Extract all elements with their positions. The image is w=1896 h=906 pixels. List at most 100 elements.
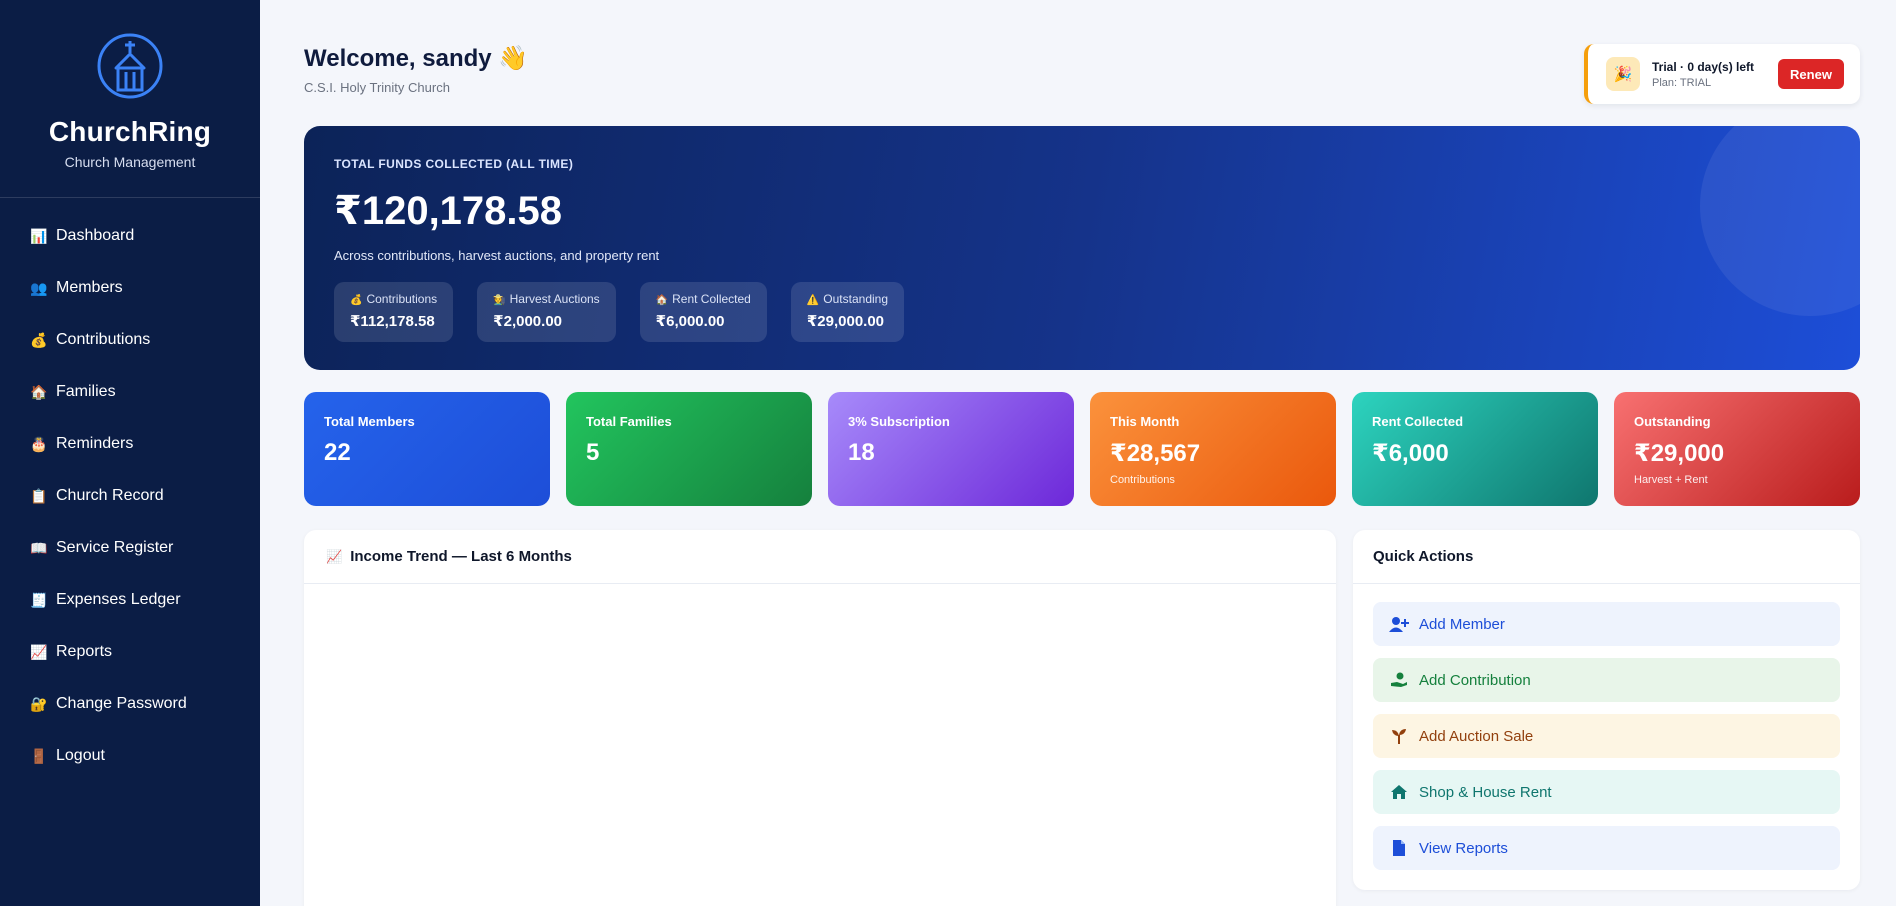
chip-outstanding: ⚠️ Outstanding ₹29,000.00 [790, 282, 905, 342]
stat-value: ₹6,000 [1372, 440, 1449, 467]
lock-icon: 🔐 [30, 695, 48, 712]
chart-line-icon: 📈 [30, 643, 48, 660]
sidebar-item-label: Reminders [56, 435, 134, 452]
income-trend-title: Income Trend — Last 6 Months [350, 548, 572, 565]
chip-rent-collected: 🏠 Rent Collected ₹6,000.00 [639, 282, 767, 342]
sidebar-item-members[interactable]: 👥 Members [0, 262, 260, 314]
sidebar-item-label: Logout [56, 747, 105, 764]
add-auction-sale-button[interactable]: Add Auction Sale [1373, 714, 1840, 758]
sidebar-item-dashboard[interactable]: 📊 Dashboard [0, 210, 260, 262]
stat-total-families: Total Families 5 [566, 392, 812, 506]
stat-rent-collected: Rent Collected ₹6,000 [1352, 392, 1598, 506]
sidebar-item-expenses-ledger[interactable]: 🧾 Expenses Ledger [0, 574, 260, 626]
brand: ChurchRing Church Management [0, 0, 260, 198]
total-funds-amount: ₹120,178.58 [334, 189, 563, 233]
sidebar: ChurchRing Church Management 📊 Dashboard… [0, 0, 260, 906]
stat-value: ₹29,000 [1634, 440, 1725, 467]
stat-label: Total Families [586, 414, 672, 429]
fund-breakdown: 💰 Contributions ₹112,178.58 🧑‍🌾 Harvest Au… [334, 282, 905, 342]
house-icon: 🏠 [30, 383, 48, 400]
chip-contributions: 💰 Contributions ₹112,178.58 [334, 282, 454, 342]
trial-plan: Plan: TRIAL [1652, 76, 1712, 89]
stat-note: Contributions [1110, 474, 1175, 486]
quick-action-label: Add Contribution [1419, 671, 1531, 689]
sidebar-item-change-password[interactable]: 🔐 Change Password [0, 678, 260, 730]
sidebar-item-label: Reports [56, 643, 113, 660]
money-bag-icon: 💰 [30, 331, 48, 348]
income-trend-card: 📈 Income Trend — Last 6 Months [304, 530, 1336, 906]
quick-action-label: Add Auction Sale [1419, 727, 1534, 745]
stat-label: 3% Subscription [848, 414, 950, 429]
stat-note: Harvest + Rent [1634, 474, 1708, 486]
stat-outstanding: Outstanding ₹29,000 Harvest + Rent [1614, 392, 1860, 506]
warning-icon: ⚠️ [806, 295, 820, 306]
chip-value: ₹29,000.00 [806, 313, 885, 330]
cake-icon: 🎂 [30, 435, 48, 452]
decorative-circle [1700, 126, 1860, 316]
sidebar-item-label: Contributions [56, 331, 151, 348]
chart-line-icon: 📈 [326, 548, 343, 564]
total-funds-card: TOTAL FUNDS COLLECTED (ALL TIME) ₹120,17… [304, 126, 1860, 370]
stat-value: 18 [848, 439, 875, 466]
add-member-button[interactable]: Add Member [1373, 602, 1840, 646]
stat-cards: Total Members 22 Total Families 5 3% Sub… [304, 392, 1860, 506]
chip-label: Contributions [366, 292, 438, 306]
hand-coin-icon [1389, 671, 1409, 689]
sidebar-nav: 📊 Dashboard 👥 Members 💰 Contributions 🏠 … [0, 198, 260, 782]
add-contribution-button[interactable]: Add Contribution [1373, 658, 1840, 702]
trial-banner: 🎉 Trial · 0 day(s) left Plan: TRIAL Rene… [1584, 44, 1860, 104]
main-content: Welcome, sandy 👋 C.S.I. Holy Trinity Chu… [260, 0, 1896, 906]
user-plus-icon [1389, 615, 1409, 633]
shop-house-rent-button[interactable]: Shop & House Rent [1373, 770, 1840, 814]
quick-action-label: Add Member [1419, 615, 1505, 633]
income-trend-chart-area [304, 584, 1336, 906]
stat-label: This Month [1110, 414, 1180, 429]
bar-chart-icon: 📊 [30, 227, 48, 244]
sidebar-item-label: Dashboard [56, 227, 135, 244]
stat-total-members: Total Members 22 [304, 392, 550, 506]
sidebar-item-families[interactable]: 🏠 Families [0, 366, 260, 418]
sidebar-item-logout[interactable]: 🚪 Logout [0, 730, 260, 782]
file-icon [1389, 839, 1409, 857]
sidebar-item-reports[interactable]: 📈 Reports [0, 626, 260, 678]
sidebar-item-church-record[interactable]: 📋 Church Record [0, 470, 260, 522]
stat-label: Outstanding [1634, 414, 1711, 429]
sidebar-item-reminders[interactable]: 🎂 Reminders [0, 418, 260, 470]
brand-subtitle: Church Management [64, 154, 196, 170]
sidebar-item-contributions[interactable]: 💰 Contributions [0, 314, 260, 366]
people-icon: 👥 [30, 279, 48, 296]
sidebar-item-label: Service Register [56, 539, 174, 556]
house-icon: 🏠 [655, 295, 669, 306]
home-icon [1389, 783, 1409, 801]
trial-title: Trial · 0 day(s) left [1652, 59, 1755, 74]
sprout-icon [1389, 727, 1409, 745]
quick-actions-list: Add Member Add Contribution Add Auction … [1353, 584, 1860, 870]
sidebar-item-service-register[interactable]: 📖 Service Register [0, 522, 260, 574]
chip-value: ₹2,000.00 [493, 313, 562, 330]
sidebar-item-label: Church Record [56, 487, 164, 504]
renew-button[interactable]: Renew [1778, 59, 1844, 89]
chip-harvest-auctions: 🧑‍🌾 Harvest Auctions ₹2,000.00 [477, 282, 616, 342]
chip-label: Harvest Auctions [509, 292, 600, 306]
stat-value: 5 [586, 439, 600, 466]
trial-text: Trial · 0 day(s) left Plan: TRIAL [1652, 60, 1782, 89]
view-reports-button[interactable]: View Reports [1373, 826, 1840, 870]
money-bag-icon: 💰 [350, 295, 363, 306]
chip-label: Rent Collected [672, 292, 751, 306]
stat-this-month: This Month ₹28,567 Contributions [1090, 392, 1336, 506]
stat-label: Rent Collected [1372, 414, 1464, 429]
book-icon: 📖 [30, 539, 48, 556]
farmer-icon: 🧑‍🌾 [493, 295, 506, 306]
church-icon [97, 33, 163, 99]
sidebar-item-label: Expenses Ledger [56, 591, 181, 608]
document-icon: 📋 [30, 487, 48, 504]
stat-label: Total Members [324, 414, 415, 429]
chip-value: ₹112,178.58 [350, 313, 435, 330]
quick-action-label: Shop & House Rent [1419, 783, 1552, 801]
stat-subscription: 3% Subscription 18 [828, 392, 1074, 506]
quick-action-label: View Reports [1419, 839, 1508, 857]
page-title: Welcome, sandy 👋 [304, 45, 529, 72]
chip-label: Outstanding [823, 292, 889, 306]
income-trend-header: 📈 Income Trend — Last 6 Months [304, 530, 1336, 584]
party-popper-icon: 🎉 [1606, 57, 1640, 91]
